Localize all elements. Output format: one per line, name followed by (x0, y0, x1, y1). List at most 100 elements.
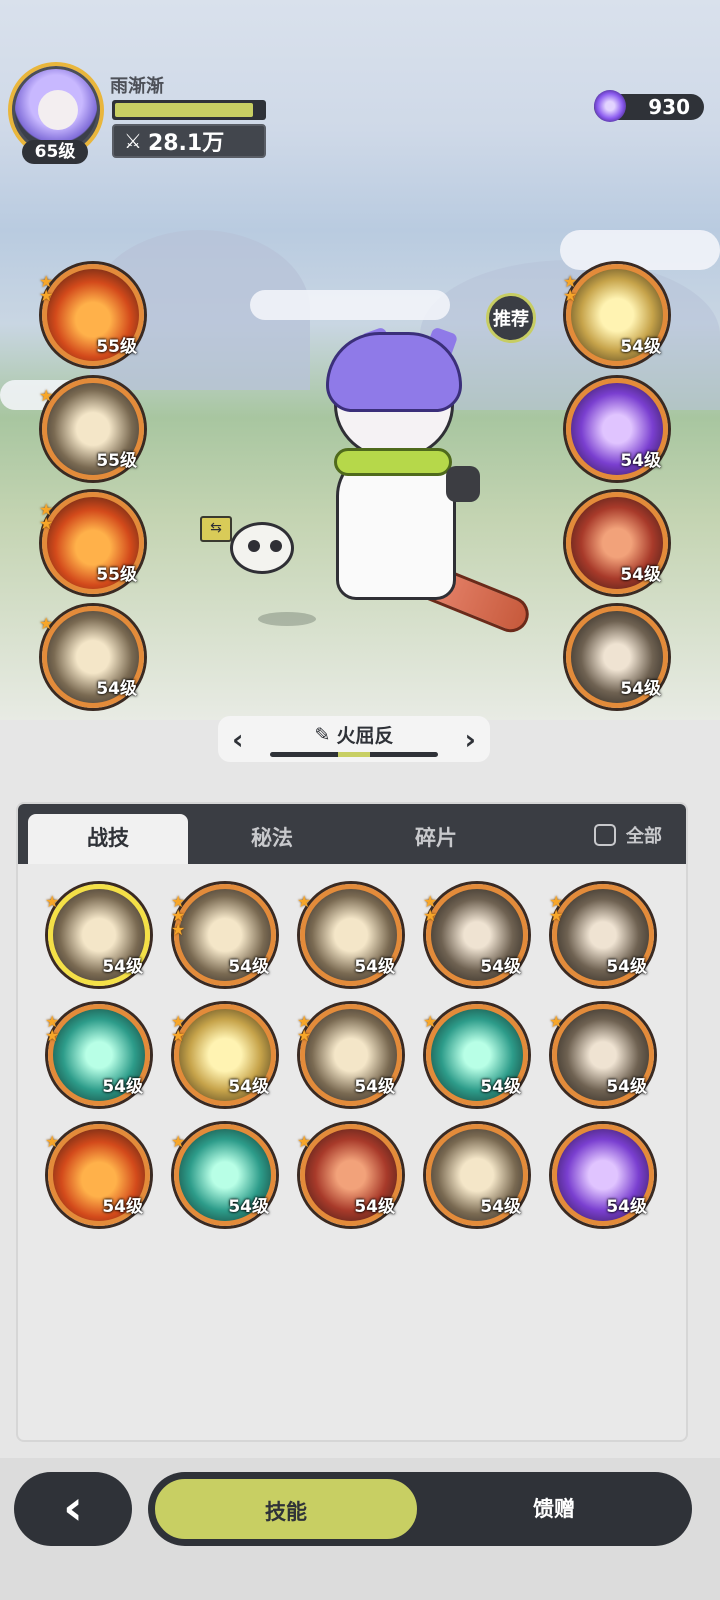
equipped-skill-right[interactable]: 54级 (566, 492, 668, 594)
skill-level: 54级 (606, 1077, 647, 1097)
equipped-skill-left[interactable]: ★ 55级 (39, 378, 144, 480)
tab-combat[interactable]: 战技 (28, 814, 188, 864)
skill-level: 54级 (480, 1197, 521, 1217)
star-icon: ★ (423, 1012, 438, 1031)
character-gauntlet (446, 466, 480, 502)
star-icon: ★ (171, 1132, 186, 1151)
combat-power-value: 28.1万 (147, 131, 225, 156)
cloud (250, 290, 450, 320)
star-icon: ★ ★ (563, 272, 578, 305)
skill-item[interactable]: ★ 54级 (297, 884, 402, 986)
pet-eye (248, 540, 260, 552)
skill-item[interactable]: ★ 54级 (297, 1124, 402, 1226)
tab-fragment[interactable]: 碎片 (356, 814, 516, 864)
equipped-skill-left[interactable]: ★ ★ 55级 (39, 264, 144, 366)
show-all-label: 全部 (626, 826, 662, 847)
skill-level: 55级 (96, 337, 137, 357)
star-icon: ★ (45, 1132, 60, 1151)
preset-page-indicator (270, 752, 438, 757)
star-icon: ★ (297, 1132, 312, 1151)
skill-item[interactable]: ★ 54级 (45, 884, 150, 986)
skill-level: 54级 (354, 1197, 395, 1217)
skill-level: 54级 (102, 957, 143, 977)
star-icon: ★ ★ (423, 892, 438, 925)
skill-level: 54级 (620, 451, 661, 471)
skill-item[interactable]: ★ 54级 (45, 1124, 150, 1226)
star-icon: ★ (39, 386, 54, 405)
exp-bar (112, 100, 266, 120)
currency-amount: 930 (648, 95, 690, 119)
nav-gift[interactable]: 馈赠 (420, 1476, 688, 1542)
equipped-skill-right[interactable]: ★ ★ 54级 (563, 264, 668, 366)
skill-level: 54级 (620, 679, 661, 699)
skill-level: 54级 (620, 337, 661, 357)
preset-center: ✎ 火屈反 (270, 721, 438, 757)
skill-item[interactable]: 54级 (426, 1124, 528, 1226)
nav-skills[interactable]: 技能 (152, 1476, 420, 1542)
skill-level: 54级 (96, 679, 137, 699)
equipped-skill-right[interactable]: 54级 (566, 378, 668, 480)
skill-item[interactable]: ★ ★ 54级 (171, 1004, 276, 1106)
skill-item[interactable]: ★ 54级 (423, 1004, 528, 1106)
preset-prev-arrow-icon[interactable]: ‹ (232, 723, 244, 756)
bottom-bar: ‹ 技能 馈赠 (0, 1458, 720, 1600)
cloud (560, 230, 720, 270)
character-scarf (334, 448, 452, 476)
back-button[interactable]: ‹ (14, 1472, 132, 1546)
star-icon: ★ ★ ★ (171, 892, 186, 939)
skill-item[interactable]: ★ ★ ★ 54级 (171, 884, 276, 986)
skill-level: 54级 (480, 1077, 521, 1097)
player-level-badge: 65级 (22, 140, 88, 164)
skill-item[interactable]: ★ 54级 (549, 1004, 654, 1106)
star-icon: ★ ★ (549, 892, 564, 925)
bottom-nav: 技能 馈赠 (148, 1472, 692, 1546)
skill-item[interactable]: ★ ★ 54级 (549, 884, 654, 986)
star-icon: ★ ★ (171, 1012, 186, 1045)
star-icon: ★ ★ (297, 1012, 312, 1045)
recommend-button[interactable]: 推荐 (486, 293, 536, 343)
skill-panel: 战技 秘法 碎片 全部 ★ 54级 ★ ★ ★ 54级 ★ 54级 ★ ★ 54级 ★ ★ 54级 ★ ★ 54… (16, 802, 688, 1442)
skill-level: 54级 (606, 957, 647, 977)
skill-item[interactable]: ★ 54级 (171, 1124, 276, 1226)
star-icon: ★ ★ (39, 272, 54, 305)
skill-level: 54级 (480, 957, 521, 977)
preset-name: 火屈反 (336, 725, 394, 747)
tab-secret[interactable]: 秘法 (192, 814, 352, 864)
skill-level: 54级 (354, 957, 395, 977)
skill-item[interactable]: 54级 (552, 1124, 654, 1226)
pencil-icon[interactable]: ✎ (315, 724, 331, 746)
show-all-checkbox[interactable] (594, 824, 616, 846)
pet-eye (270, 540, 282, 552)
preset-name-row[interactable]: ✎ 火屈反 (315, 721, 394, 748)
pet-creature[interactable] (230, 522, 294, 574)
skill-level: 54级 (228, 1197, 269, 1217)
skill-level: 54级 (102, 1077, 143, 1097)
exp-fill (115, 103, 253, 117)
preset-next-arrow-icon[interactable]: › (464, 723, 476, 756)
skill-item[interactable]: ★ ★ 54级 (423, 884, 528, 986)
skill-level: 54级 (228, 957, 269, 977)
star-icon: ★ (549, 1012, 564, 1031)
star-icon: ★ ★ (45, 1012, 60, 1045)
skill-level: 54级 (606, 1197, 647, 1217)
equipped-skill-left[interactable]: ★ ★ 55级 (39, 492, 144, 594)
star-icon: ★ ★ (39, 500, 54, 533)
pet-shadow (258, 612, 316, 626)
equipped-skill-left[interactable]: ★ 54级 (39, 606, 144, 708)
equipped-skill-right[interactable]: 54级 (566, 606, 668, 708)
crossed-swords-icon: ⚔ (124, 129, 142, 153)
show-all-filter[interactable]: 全部 (594, 822, 662, 848)
character-hair (326, 332, 462, 412)
combat-power: ⚔ 28.1万 (112, 124, 266, 158)
skill-level: 55级 (96, 565, 137, 585)
swap-pet-icon[interactable]: ⇆ (200, 516, 232, 542)
star-icon: ★ (297, 892, 312, 911)
skill-tabs: 战技 秘法 碎片 全部 (18, 804, 686, 864)
skill-item[interactable]: ★ ★ 54级 (45, 1004, 150, 1106)
player-name: 雨渐渐 (110, 76, 164, 97)
back-arrow-icon: ‹ (63, 1480, 83, 1536)
skill-item[interactable]: ★ ★ 54级 (297, 1004, 402, 1106)
purple-gem-icon (594, 90, 626, 122)
avatar-face (38, 90, 78, 130)
preset-selector: ‹ ✎ 火屈反 › (218, 716, 490, 762)
